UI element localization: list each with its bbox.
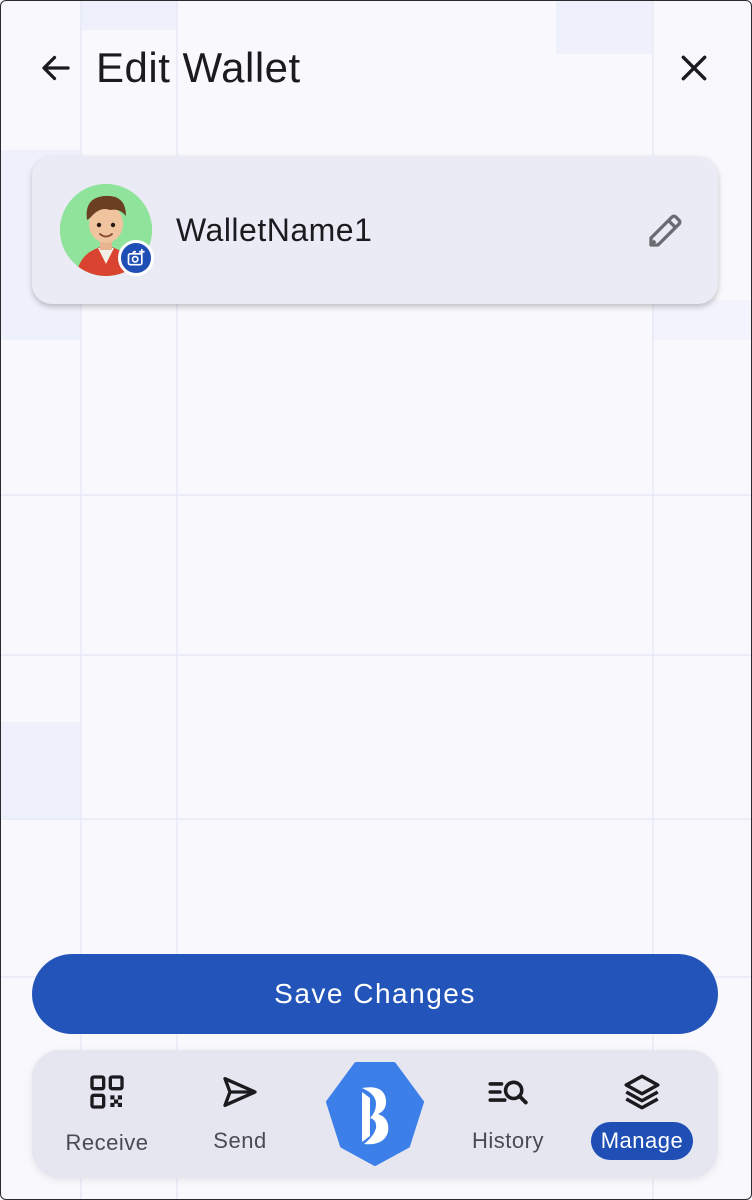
home-logo-button[interactable] xyxy=(326,1062,424,1166)
edit-name-button[interactable] xyxy=(642,206,690,254)
wallet-card: WalletName1 xyxy=(32,156,718,304)
nav-item-receive[interactable]: Receive xyxy=(50,1050,164,1178)
camera-icon xyxy=(127,248,145,266)
history-search-icon xyxy=(488,1080,528,1105)
nav-label-send: Send xyxy=(213,1128,267,1153)
background-tile xyxy=(652,300,752,340)
nav-label-receive: Receive xyxy=(65,1130,149,1155)
nav-item-history[interactable]: History xyxy=(460,1050,556,1178)
qr-code-icon xyxy=(90,1075,124,1109)
save-changes-button[interactable]: Save Changes xyxy=(32,954,718,1034)
brand-logo-icon xyxy=(326,1062,424,1166)
pencil-icon xyxy=(649,214,682,247)
background-grid-line xyxy=(0,494,752,496)
close-icon xyxy=(681,55,707,81)
bottom-nav: Receive Send History Manage xyxy=(32,1050,718,1178)
background-tile xyxy=(80,0,176,30)
background-grid-line xyxy=(0,654,752,656)
camera-badge xyxy=(118,240,154,276)
layers-icon xyxy=(624,1074,660,1110)
page-title: Edit Wallet xyxy=(96,44,301,91)
arrow-left-icon xyxy=(42,55,70,81)
close-button[interactable] xyxy=(672,46,716,90)
nav-label-history: History xyxy=(472,1128,544,1153)
background-tile xyxy=(0,722,80,818)
send-icon xyxy=(223,1077,257,1107)
header: Edit Wallet xyxy=(36,40,716,96)
avatar-button[interactable] xyxy=(60,184,154,276)
nav-item-manage[interactable]: Manage xyxy=(584,1050,700,1178)
nav-item-send[interactable]: Send xyxy=(190,1050,290,1178)
back-button[interactable] xyxy=(36,48,76,88)
background-grid-line xyxy=(0,818,752,820)
wallet-name: WalletName1 xyxy=(176,211,373,248)
nav-label-manage: Manage xyxy=(590,1122,694,1160)
